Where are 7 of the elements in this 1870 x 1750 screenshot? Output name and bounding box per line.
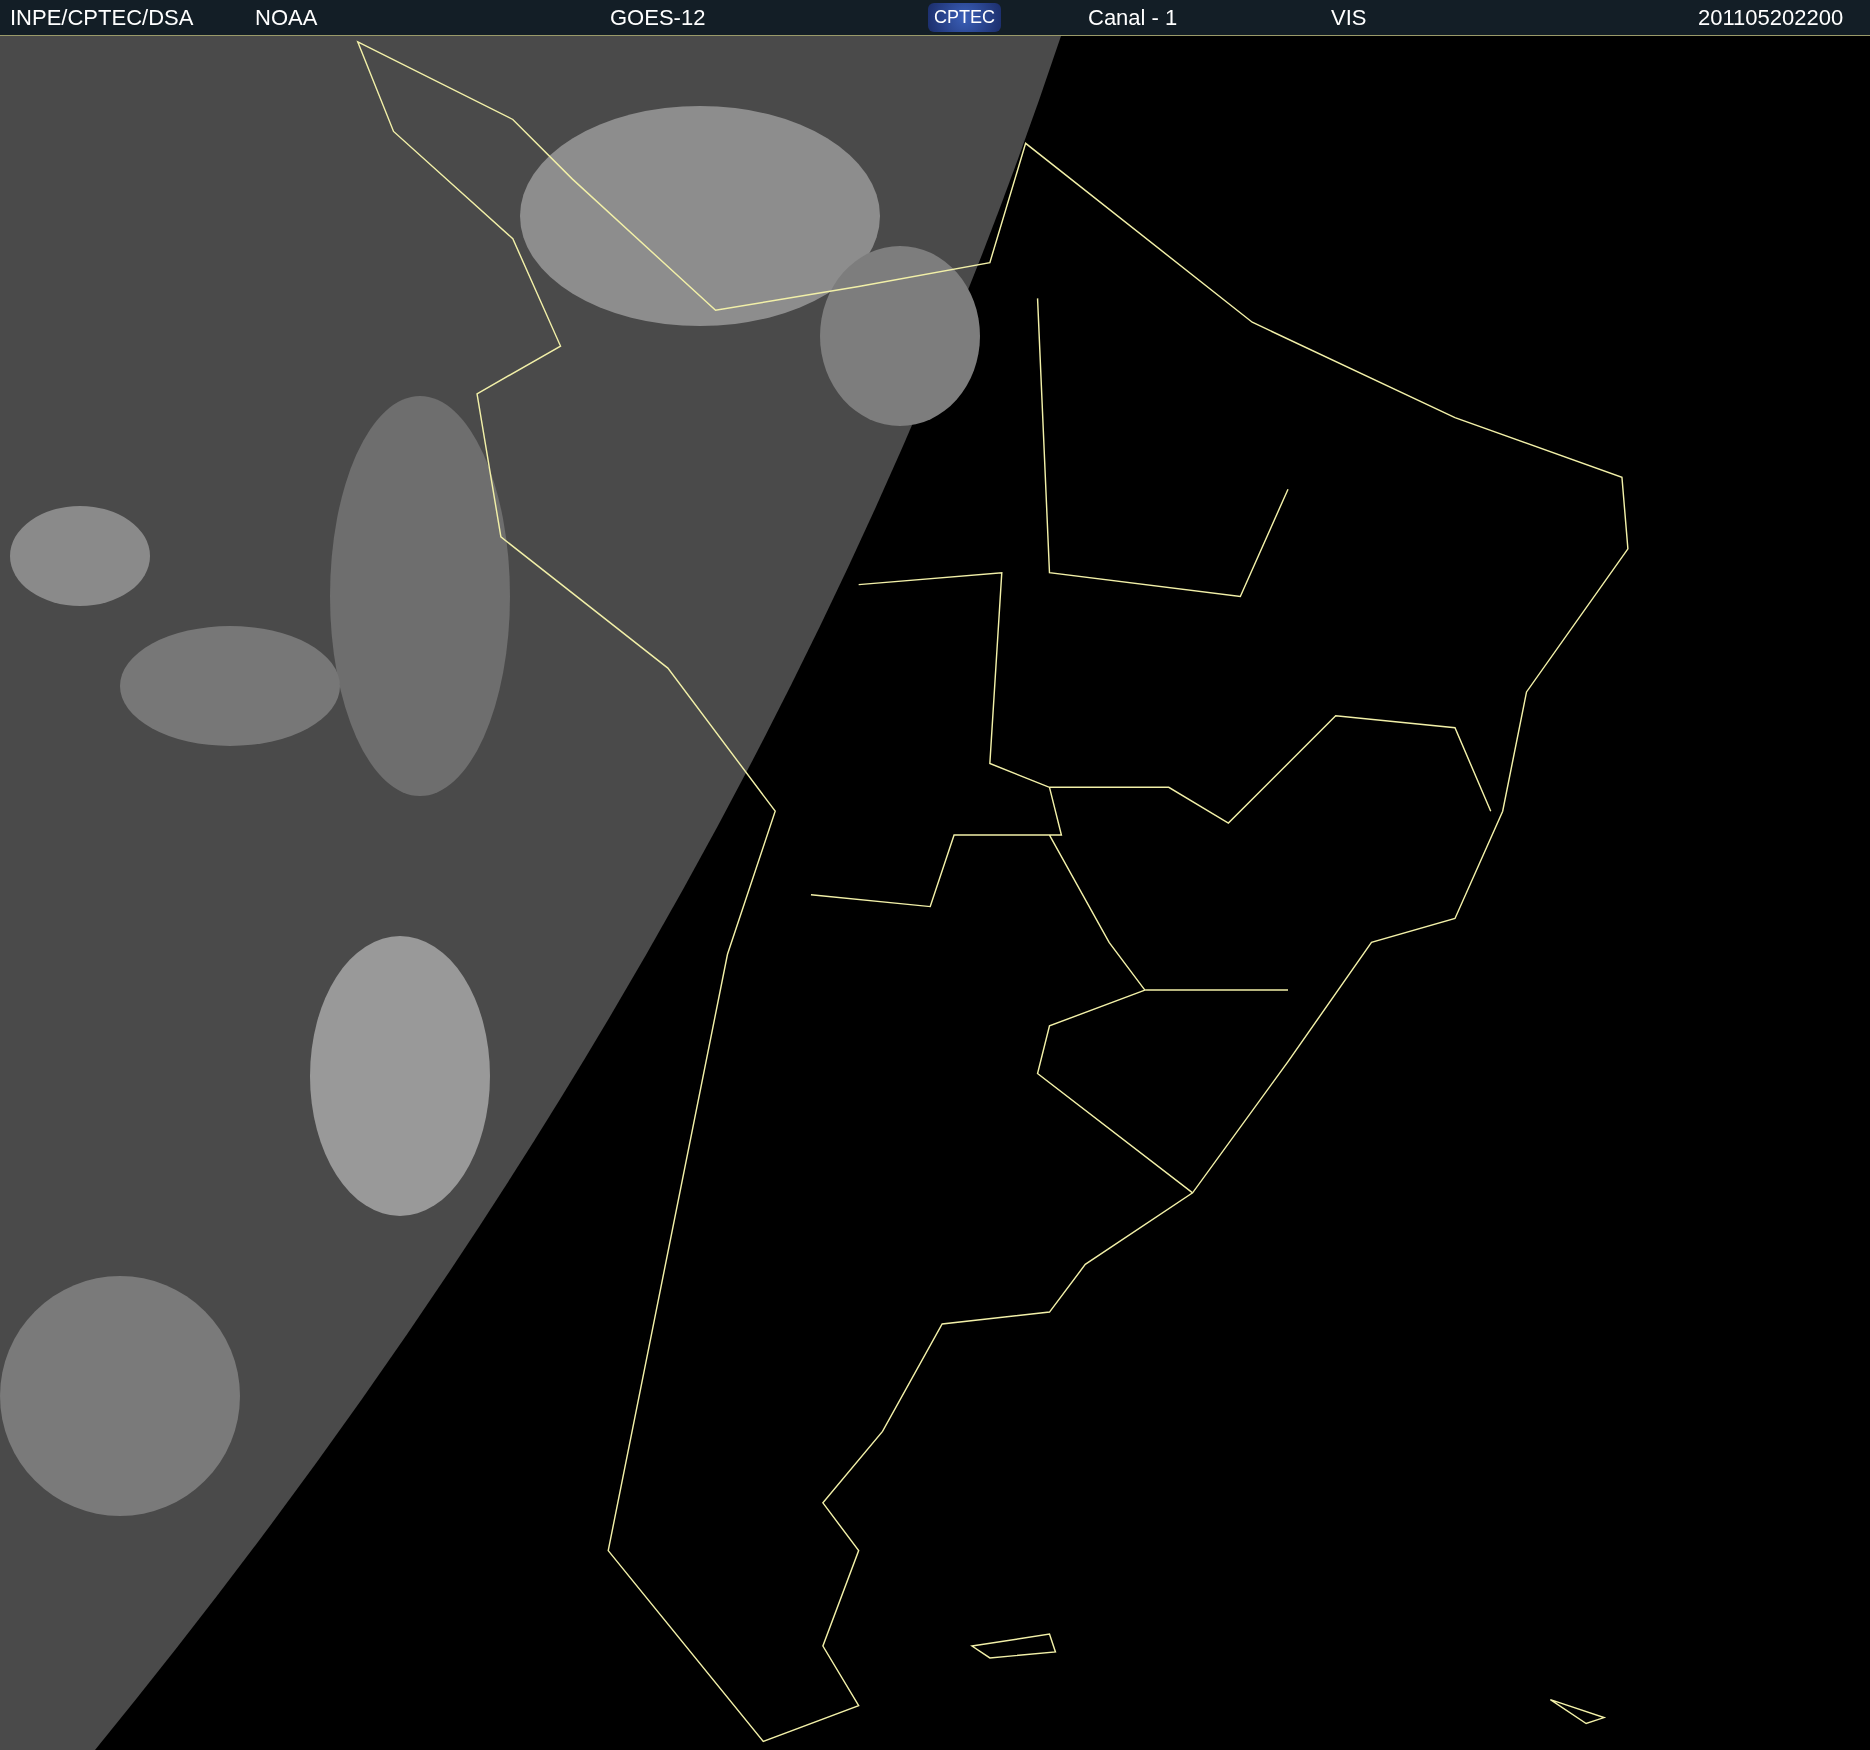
header-label: GOES-12 xyxy=(610,4,706,31)
header-label: 201105202200 xyxy=(1698,4,1844,31)
header-label: INPE/CPTEC/DSA xyxy=(10,4,194,31)
header-label: VIS xyxy=(1331,4,1367,31)
logo: CPTEC xyxy=(928,3,1001,32)
header-label: Canal - 1 xyxy=(1088,4,1178,31)
header-label: NOAA xyxy=(255,4,318,31)
